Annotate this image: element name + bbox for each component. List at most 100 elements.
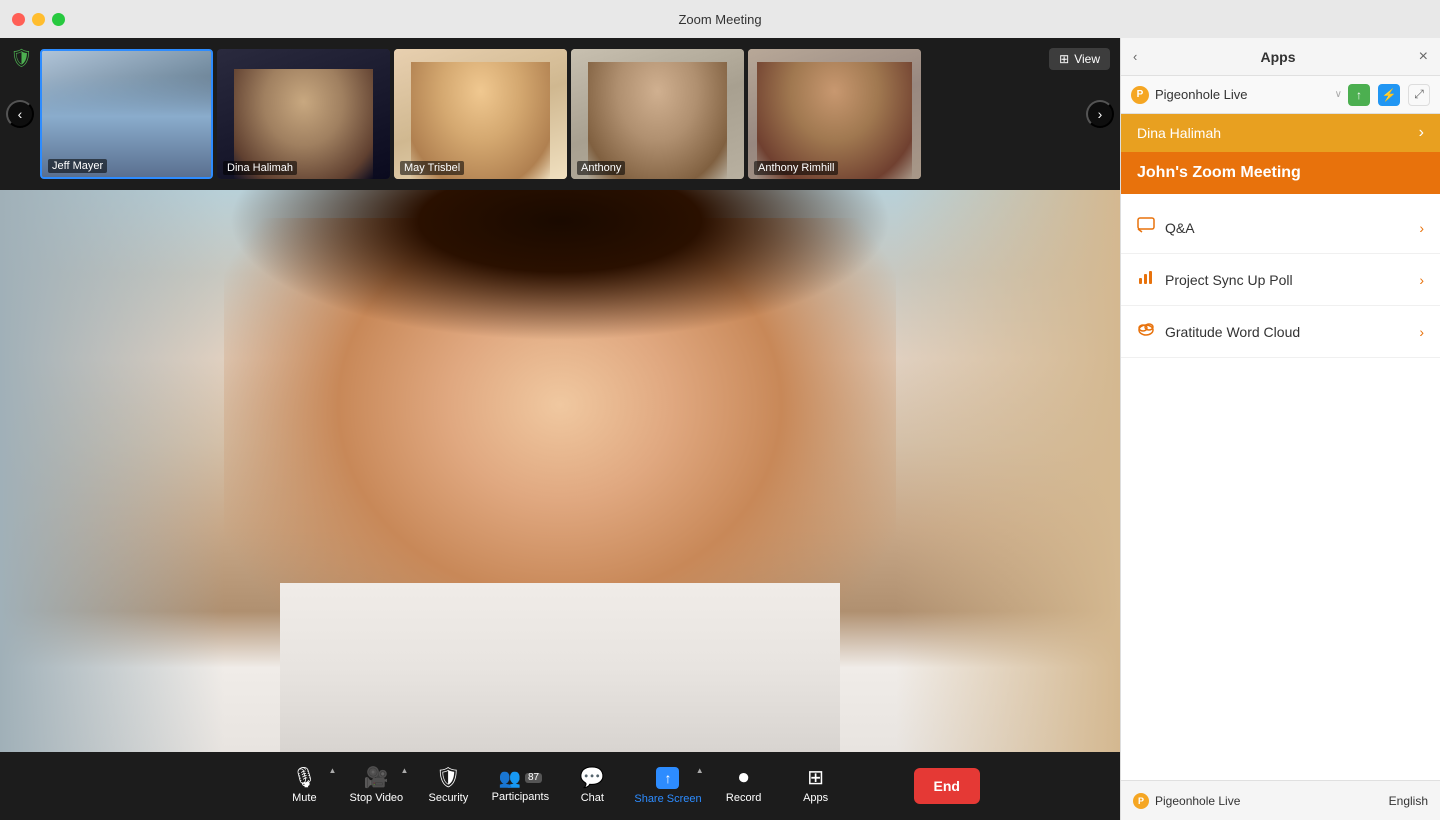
thumbnail-anthony-rimhill-name: Anthony Rimhill [754, 161, 838, 175]
thumbnail-jeff-mayer[interactable]: Jeff Mayer [40, 49, 213, 179]
pigeonhole-action-green-button[interactable]: ↑ [1348, 84, 1370, 106]
record-label: Record [726, 792, 761, 804]
close-traffic-light[interactable] [12, 13, 25, 26]
panel-bottom-pigeonhole-icon: P [1133, 793, 1149, 809]
qa-icon [1137, 216, 1155, 239]
meeting-title: John's Zoom Meeting [1137, 164, 1301, 181]
menu-item-qa[interactable]: Q&A › [1121, 202, 1440, 254]
window-title: Zoom Meeting [678, 12, 761, 27]
participants-count-badge: 87 [525, 773, 542, 783]
wordcloud-icon [1137, 320, 1155, 343]
participants-label: Participants [492, 791, 549, 803]
panel-bottom-language: English [1389, 794, 1428, 808]
view-button-label: View [1074, 52, 1100, 66]
menu-item-wordcloud[interactable]: Gratitude Word Cloud › [1121, 306, 1440, 358]
thumbnails-next-button[interactable]: › [1086, 100, 1114, 128]
thumbnail-anthony-rimhill[interactable]: Anthony Rimhill [748, 49, 921, 179]
maximize-traffic-light[interactable] [52, 13, 65, 26]
share-screen-button[interactable]: ↑ Share Screen ▲ [628, 752, 707, 820]
dina-banner-label: Dina Halimah [1137, 125, 1221, 141]
stop-video-caret-icon[interactable]: ▲ [400, 766, 408, 775]
main-container: 🛡 ‹ Jeff Mayer Dina Halimah [0, 38, 1440, 820]
thumbnail-anthony-image [571, 49, 744, 179]
chat-button[interactable]: 💬 Chat [556, 752, 628, 820]
menu-list: Q&A › Project Sync Up Poll › [1121, 194, 1440, 780]
apps-icon: ⊞ [807, 768, 824, 788]
pigeonhole-action-blue-button[interactable]: ⚡ [1378, 84, 1400, 106]
thumbnail-may-trisbel[interactable]: May Trisbel [394, 49, 567, 179]
menu-item-wordcloud-left: Gratitude Word Cloud [1137, 320, 1300, 343]
thumbnail-jeff-mayer-name: Jeff Mayer [48, 159, 107, 173]
panel-bottom-bar: P Pigeonhole Live English [1121, 780, 1440, 820]
panel-back-icon[interactable]: ‹ [1133, 49, 1137, 64]
security-shield-icon: 🛡 [10, 48, 33, 69]
mute-icon: 🎙 [292, 768, 317, 788]
toolbar: 🎙 Mute ▲ 🎥 Stop Video ▲ 🛡 Security 👥 87 [0, 752, 1120, 820]
poll-label: Project Sync Up Poll [1165, 272, 1293, 288]
minimize-traffic-light[interactable] [32, 13, 45, 26]
chat-icon: 💬 [580, 768, 605, 788]
menu-item-poll[interactable]: Project Sync Up Poll › [1121, 254, 1440, 306]
share-screen-label: Share Screen [634, 793, 701, 805]
mute-caret-icon[interactable]: ▲ [328, 766, 336, 775]
thumbnail-may-trisbel-image [394, 49, 567, 179]
participants-icon: 👥 87 [499, 769, 543, 787]
main-video-room-left [0, 190, 224, 752]
main-video-body-overlay [280, 583, 840, 752]
poll-icon [1137, 268, 1155, 291]
dina-banner[interactable]: Dina Halimah › [1121, 114, 1440, 152]
pigeonhole-action-expand-button[interactable]: ⤢ [1408, 84, 1430, 106]
pigeonhole-logo-icon: P [1131, 86, 1149, 104]
video-area: 🛡 ‹ Jeff Mayer Dina Halimah [0, 38, 1120, 820]
security-button[interactable]: 🛡 Security [412, 752, 484, 820]
security-label: Security [428, 792, 468, 804]
thumbnail-anthony[interactable]: Anthony [571, 49, 744, 179]
right-panel: ‹ Apps × P Pigeonhole Live ∨ ↑ ⚡ ⤢ Dina … [1120, 38, 1440, 820]
participants-button[interactable]: 👥 87 Participants [484, 752, 556, 820]
end-meeting-button[interactable]: End [914, 768, 980, 804]
poll-arrow-icon: › [1419, 272, 1424, 288]
stop-video-button[interactable]: 🎥 Stop Video ▲ [340, 752, 412, 820]
apps-label: Apps [803, 792, 828, 804]
pigeonhole-bar: P Pigeonhole Live ∨ ↑ ⚡ ⤢ [1121, 76, 1440, 114]
view-button[interactable]: ⊞ View [1049, 48, 1110, 70]
panel-bottom-pigeonhole-label: Pigeonhole Live [1155, 794, 1240, 808]
video-camera-icon: 🎥 [364, 768, 389, 788]
thumbnail-dina-halimah[interactable]: Dina Halimah [217, 49, 390, 179]
panel-bottom-left: P Pigeonhole Live [1133, 793, 1240, 809]
menu-item-poll-left: Project Sync Up Poll [1137, 268, 1293, 291]
pigeonhole-actions: ↑ ⚡ ⤢ [1348, 84, 1430, 106]
main-video-background [0, 190, 1120, 752]
thumbnails-prev-button[interactable]: ‹ [6, 100, 34, 128]
thumbnail-dina-halimah-name: Dina Halimah [223, 161, 297, 175]
thumbnail-dina-halimah-image [217, 49, 390, 179]
panel-close-button[interactable]: × [1419, 48, 1428, 66]
thumbnails-bar: 🛡 ‹ Jeff Mayer Dina Halimah [0, 38, 1120, 190]
main-video [0, 190, 1120, 752]
meeting-title-bar: John's Zoom Meeting [1121, 152, 1440, 194]
record-button[interactable]: ⏺ Record [708, 752, 780, 820]
security-icon: 🛡 [436, 768, 461, 788]
pigeonhole-label: Pigeonhole Live [1155, 87, 1329, 102]
chat-label: Chat [581, 792, 604, 804]
stop-video-label: Stop Video [350, 792, 404, 804]
wordcloud-label: Gratitude Word Cloud [1165, 324, 1300, 340]
qa-label: Q&A [1165, 220, 1195, 236]
thumbnail-may-trisbel-name: May Trisbel [400, 161, 464, 175]
panel-title: Apps [1261, 49, 1296, 65]
apps-button[interactable]: ⊞ Apps [780, 752, 852, 820]
thumbnail-anthony-name: Anthony [577, 161, 625, 175]
thumbnail-anthony-rimhill-image [748, 49, 921, 179]
dina-banner-arrow-icon: › [1419, 124, 1424, 142]
panel-header: ‹ Apps × [1121, 38, 1440, 76]
share-screen-caret-icon[interactable]: ▲ [696, 766, 704, 775]
mute-button[interactable]: 🎙 Mute ▲ [268, 752, 340, 820]
pigeonhole-dropdown-icon[interactable]: ∨ [1335, 89, 1342, 100]
wordcloud-arrow-icon: › [1419, 324, 1424, 340]
view-grid-icon: ⊞ [1059, 52, 1069, 66]
menu-item-qa-left: Q&A [1137, 216, 1195, 239]
main-video-room-right [896, 190, 1120, 752]
traffic-lights [12, 13, 65, 26]
share-screen-icon: ↑ [656, 767, 679, 789]
qa-arrow-icon: › [1419, 220, 1424, 236]
